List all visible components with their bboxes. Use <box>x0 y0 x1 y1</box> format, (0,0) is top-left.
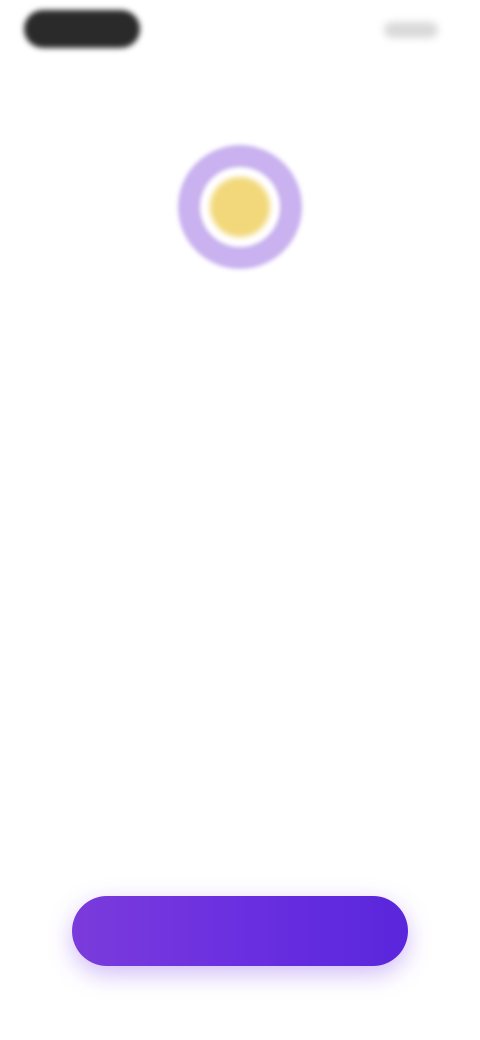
status-bar <box>0 0 480 60</box>
hero-center <box>210 177 270 237</box>
status-indicators <box>384 22 438 38</box>
sun-icon <box>178 145 302 269</box>
status-time <box>24 10 140 48</box>
continue-button[interactable] <box>72 896 408 966</box>
